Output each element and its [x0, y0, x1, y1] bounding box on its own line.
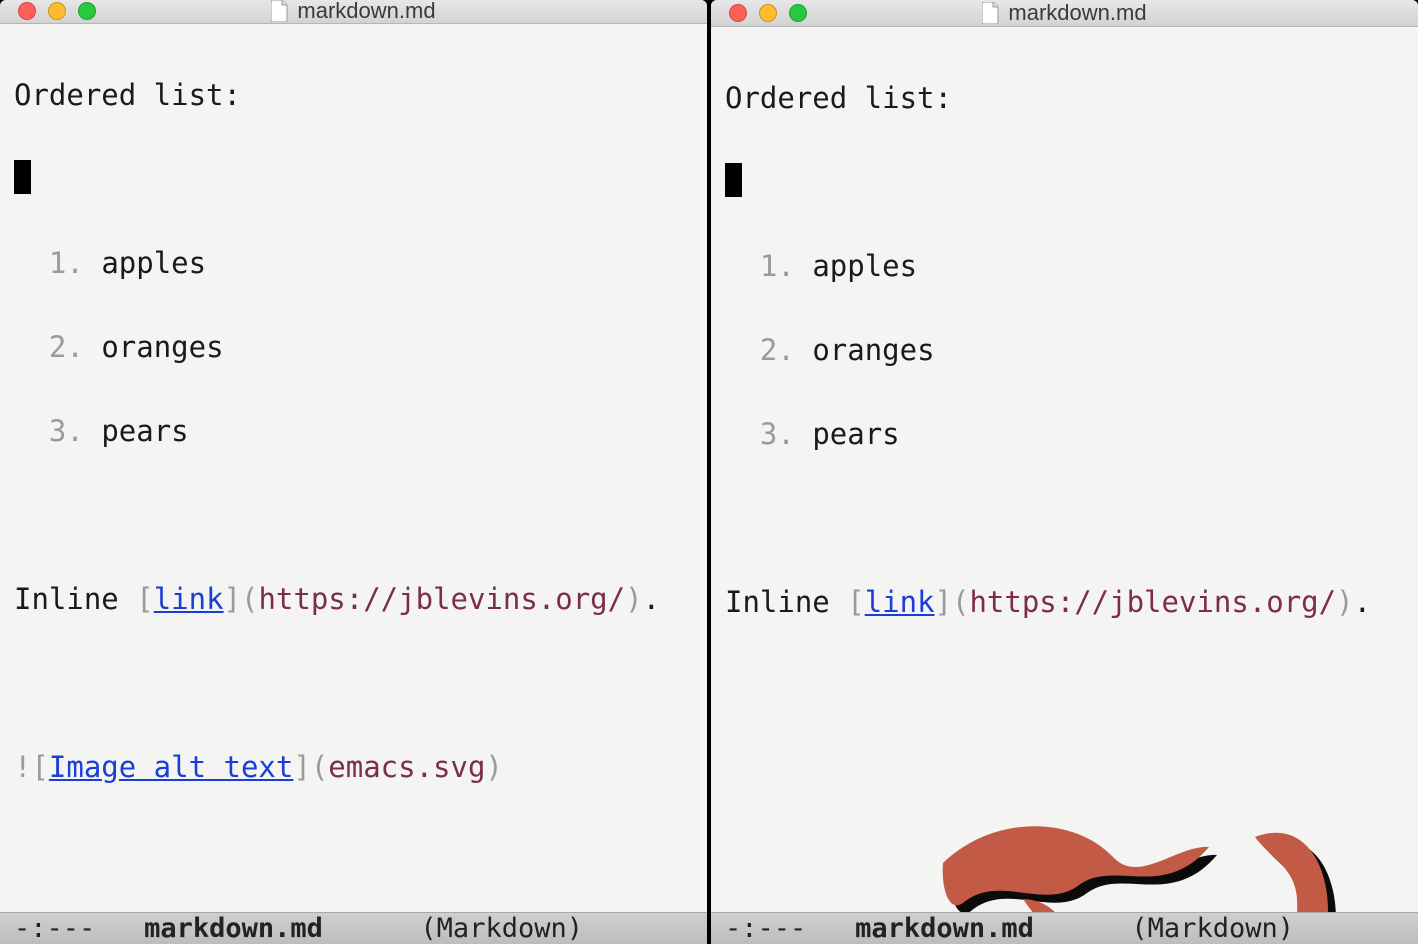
heading-line: Ordered list: — [725, 77, 1412, 119]
document-icon — [982, 2, 1000, 24]
minimize-icon[interactable] — [759, 4, 777, 22]
image-alt[interactable]: Image alt text — [49, 750, 293, 784]
blank-line — [14, 830, 701, 872]
traffic-lights — [711, 4, 807, 22]
inline-link-line: Inline [link](https://jblevins.org/). — [725, 581, 1412, 623]
desktop: markdown.md Ordered list: 1. apples 2. o… — [0, 0, 1418, 944]
list-item: 1. apples — [14, 242, 701, 284]
titlebar[interactable]: markdown.md — [711, 0, 1418, 27]
window-title-text: markdown.md — [1008, 0, 1146, 26]
window-right: markdown.md Ordered list: 1. apples 2. o… — [711, 0, 1418, 944]
close-icon[interactable] — [729, 4, 747, 22]
zoom-icon[interactable] — [789, 4, 807, 22]
minimize-icon[interactable] — [48, 2, 66, 20]
window-title: markdown.md — [0, 0, 707, 24]
window-title: markdown.md — [711, 0, 1418, 26]
modeline-buffer-name: markdown.md — [855, 913, 1034, 944]
blank-line — [14, 494, 701, 536]
window-left: markdown.md Ordered list: 1. apples 2. o… — [0, 0, 707, 944]
zoom-icon[interactable] — [78, 2, 96, 20]
list-item: 1. apples — [725, 245, 1412, 287]
list-item: 2. oranges — [14, 326, 701, 368]
cursor-line — [725, 161, 1412, 203]
modeline-flags: -:--- — [725, 913, 806, 944]
inline-link-line: Inline [link](https://jblevins.org/). — [14, 578, 701, 620]
list-item: 2. oranges — [725, 329, 1412, 371]
modeline-flags: -:--- — [14, 913, 95, 944]
list-item: 3. pears — [725, 413, 1412, 455]
modeline-mode: (Markdown) — [420, 913, 583, 944]
text-cursor — [725, 163, 742, 197]
document-icon — [271, 0, 289, 22]
titlebar[interactable]: markdown.md — [0, 0, 707, 24]
mode-line[interactable]: -:--- markdown.md (Markdown) — [0, 912, 707, 944]
window-title-text: markdown.md — [297, 0, 435, 24]
list-item: 3. pears — [14, 410, 701, 452]
cursor-line — [14, 158, 701, 200]
blank-line — [14, 662, 701, 704]
close-icon[interactable] — [18, 2, 36, 20]
modeline-mode: (Markdown) — [1131, 913, 1294, 944]
traffic-lights — [0, 2, 96, 20]
mode-line[interactable]: -:--- markdown.md (Markdown) — [711, 912, 1418, 944]
text-cursor — [14, 160, 31, 194]
editor-buffer[interactable]: Ordered list: 1. apples 2. oranges 3. pe… — [711, 27, 1418, 912]
editor-buffer[interactable]: Ordered list: 1. apples 2. oranges 3. pe… — [0, 24, 707, 912]
emacs-logo-icon — [761, 767, 1412, 912]
image-line: ![Image alt text](emacs.svg) — [14, 746, 701, 788]
heading-line: Ordered list: — [14, 74, 701, 116]
modeline-buffer-name: markdown.md — [144, 913, 323, 944]
inline-link[interactable]: link — [865, 585, 935, 619]
blank-line — [725, 497, 1412, 539]
inline-link[interactable]: link — [154, 582, 224, 616]
